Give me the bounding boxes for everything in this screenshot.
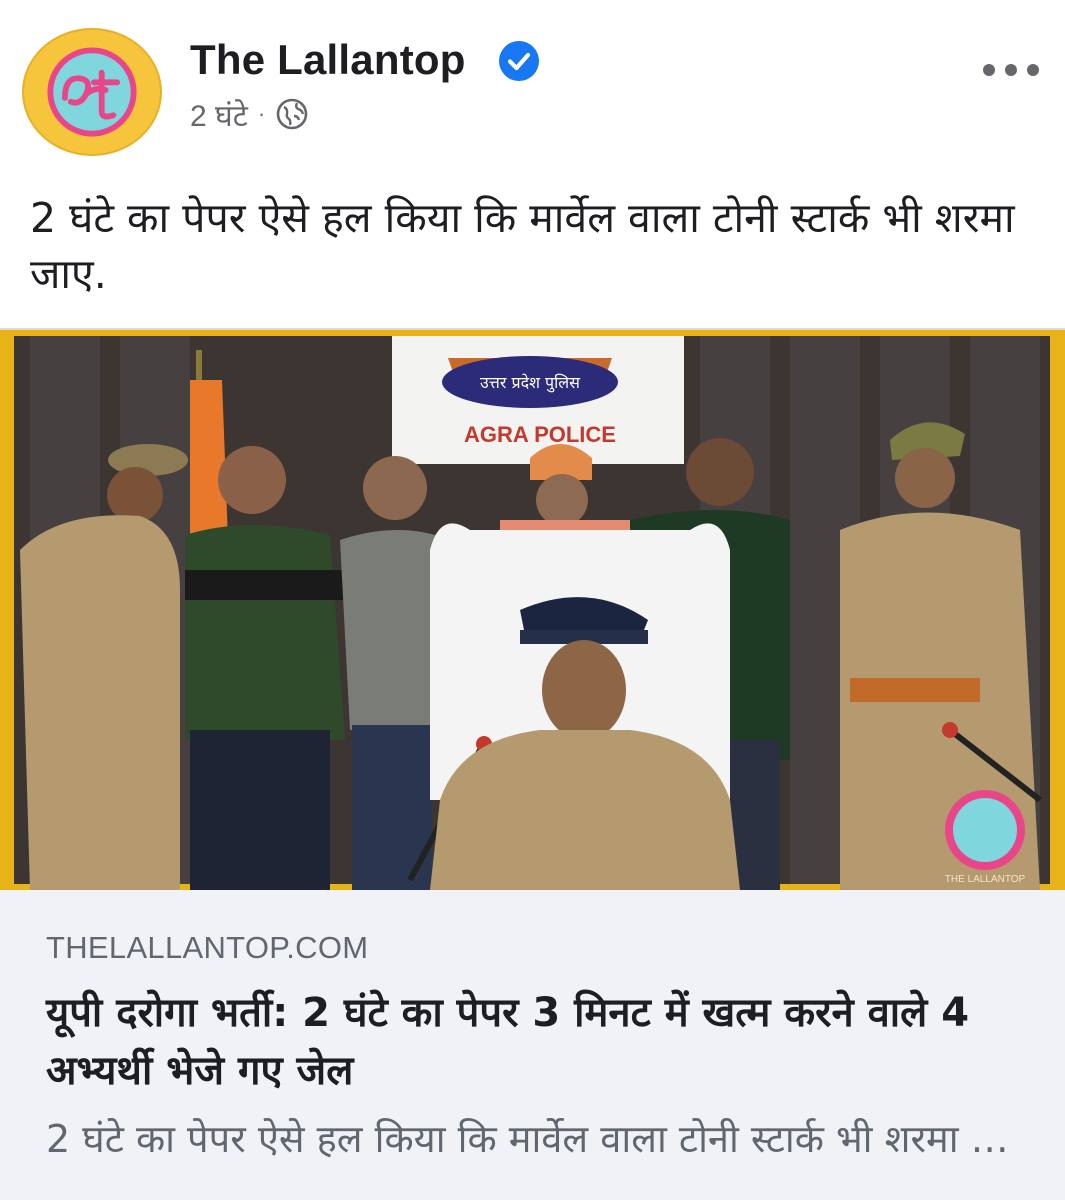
page-avatar[interactable] (22, 28, 162, 156)
globe-icon (276, 98, 308, 130)
link-preview-card[interactable]: THELALLANTOP.COM यूपी दरोगा भर्ती: 2 घंट… (0, 890, 1065, 1200)
sign-text: AGRA POLICE (464, 422, 616, 447)
post-meta: 2 घंटे · (190, 94, 309, 135)
facebook-post: The Lallantop 2 घंटे · 2 घंटे का पेपर ऐस… (0, 0, 1065, 1200)
sign-badge-text: उत्तर प्रदेश पुलिस (480, 373, 581, 393)
meta-separator: · (257, 101, 266, 126)
link-description: 2 घंटे का पेपर ऐसे हल किया कि मार्वेल वा… (46, 1117, 1036, 1161)
link-title[interactable]: यूपी दरोगा भर्ती: 2 घंटे का पेपर 3 मिनट … (46, 984, 1036, 1100)
verified-badge-icon (499, 41, 539, 81)
post-photo[interactable]: उत्तर प्रदेश पुलिस AGRA POLICE THE LALLA… (0, 328, 1065, 890)
more-dot (1005, 64, 1017, 76)
link-domain: THELALLANTOP.COM (46, 930, 369, 965)
more-dot (983, 64, 995, 76)
photo-watermark: THE LALLANTOP (945, 874, 1026, 885)
more-options-button[interactable] (983, 60, 1039, 80)
post-caption: 2 घंटे का पेपर ऐसे हल किया कि मार्वेल वा… (30, 194, 1015, 298)
lallantop-logo-icon (33, 33, 151, 151)
page-name[interactable]: The Lallantop (190, 36, 466, 84)
post-header: The Lallantop 2 घंटे · (0, 0, 1065, 170)
more-dot (1027, 64, 1039, 76)
press-conference-photo: उत्तर प्रदेश पुलिस AGRA POLICE THE LALLA… (0, 330, 1065, 890)
post-timestamp[interactable]: 2 घंटे (190, 94, 248, 135)
